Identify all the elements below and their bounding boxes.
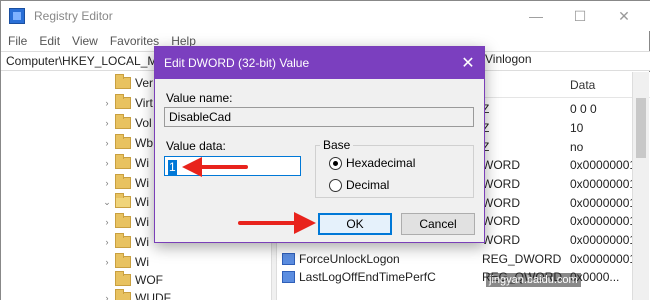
dialog-title: Edit DWORD (32-bit) Value bbox=[164, 56, 310, 70]
tree-item[interactable]: Ver bbox=[101, 72, 153, 94]
chevron-right-icon[interactable]: › bbox=[101, 118, 113, 128]
folder-icon bbox=[115, 94, 131, 109]
dialog-close-button[interactable]: ✕ bbox=[452, 47, 484, 79]
title-bar: Registry Editor — ☐ ✕ bbox=[1, 1, 650, 31]
menu-view[interactable]: View bbox=[66, 34, 104, 48]
chevron-down-icon[interactable]: ⌄ bbox=[101, 197, 113, 208]
open-folder-icon bbox=[115, 193, 131, 208]
minimize-button[interactable]: — bbox=[513, 1, 559, 31]
dialog-title-bar: Edit DWORD (32-bit) Value ✕ bbox=[155, 47, 484, 79]
folder-icon bbox=[115, 271, 131, 286]
value-data-selection: 1 bbox=[168, 160, 177, 175]
chevron-right-icon[interactable]: › bbox=[101, 98, 113, 108]
folder-icon bbox=[115, 74, 131, 89]
radio-decimal[interactable]: Decimal bbox=[329, 178, 389, 192]
tree-item[interactable]: › Wi bbox=[101, 231, 149, 253]
value-name-label: Value name: bbox=[166, 91, 233, 105]
folder-icon bbox=[115, 289, 131, 300]
folder-icon bbox=[115, 253, 131, 268]
tree-item[interactable]: › Wb bbox=[101, 132, 153, 154]
maximize-button[interactable]: ☐ bbox=[557, 1, 603, 31]
radio-selected-icon[interactable] bbox=[329, 156, 342, 170]
tree-item[interactable]: › Wi bbox=[101, 152, 149, 174]
dword-value-icon bbox=[282, 253, 295, 265]
close-window-button[interactable]: ✕ bbox=[601, 1, 647, 31]
tree-item[interactable]: › Virt bbox=[101, 92, 153, 114]
folder-icon bbox=[115, 213, 131, 228]
annotation-arrow-icon bbox=[182, 157, 248, 177]
folder-icon bbox=[115, 174, 131, 189]
chevron-right-icon[interactable]: › bbox=[101, 237, 113, 247]
cancel-button[interactable]: Cancel bbox=[401, 213, 475, 235]
radio-unselected-icon[interactable] bbox=[329, 178, 342, 192]
chevron-right-icon[interactable]: › bbox=[101, 178, 113, 188]
tree-item[interactable]: › Vol bbox=[101, 112, 152, 134]
chevron-right-icon[interactable]: › bbox=[101, 293, 113, 300]
menu-file[interactable]: File bbox=[1, 34, 33, 48]
value-data-label: Value data: bbox=[166, 139, 226, 153]
edit-dword-dialog: Edit DWORD (32-bit) Value ✕ Value name: … bbox=[154, 46, 485, 243]
chevron-right-icon[interactable]: › bbox=[101, 158, 113, 168]
window-title: Registry Editor bbox=[34, 9, 113, 23]
base-label: Base bbox=[320, 138, 354, 152]
table-row[interactable]: ForceUnlockLogon REG_DWORD 0x00000001 bbox=[277, 250, 636, 268]
ok-button[interactable]: OK bbox=[318, 213, 392, 235]
radio-hexadecimal[interactable]: Hexadecimal bbox=[329, 156, 415, 170]
chevron-right-icon[interactable]: › bbox=[101, 257, 113, 267]
annotation-arrow-icon bbox=[238, 212, 316, 234]
address-path-tail: Vinlogon bbox=[485, 52, 532, 66]
registry-editor-icon bbox=[9, 8, 25, 24]
chevron-right-icon[interactable]: › bbox=[101, 138, 113, 148]
scrollbar-thumb[interactable] bbox=[636, 98, 646, 158]
tree-item[interactable]: › WUDF bbox=[101, 287, 171, 300]
value-name-field[interactable] bbox=[164, 107, 474, 127]
folder-icon bbox=[115, 233, 131, 248]
address-path: Computer\HKEY_LOCAL_MA bbox=[6, 54, 166, 68]
chevron-right-icon[interactable]: › bbox=[101, 217, 113, 227]
watermark: jingyan.baidu.com bbox=[486, 273, 581, 287]
menu-edit[interactable]: Edit bbox=[33, 34, 66, 48]
tree-item-selected[interactable]: ⌄ Wi bbox=[101, 191, 149, 213]
folder-icon bbox=[115, 114, 131, 129]
column-header-data[interactable]: Data bbox=[570, 78, 595, 92]
vertical-scrollbar[interactable] bbox=[632, 72, 649, 300]
qword-value-icon bbox=[282, 271, 295, 283]
tree-item[interactable]: › Wi bbox=[101, 211, 149, 233]
folder-icon bbox=[115, 134, 131, 149]
folder-icon bbox=[115, 154, 131, 169]
